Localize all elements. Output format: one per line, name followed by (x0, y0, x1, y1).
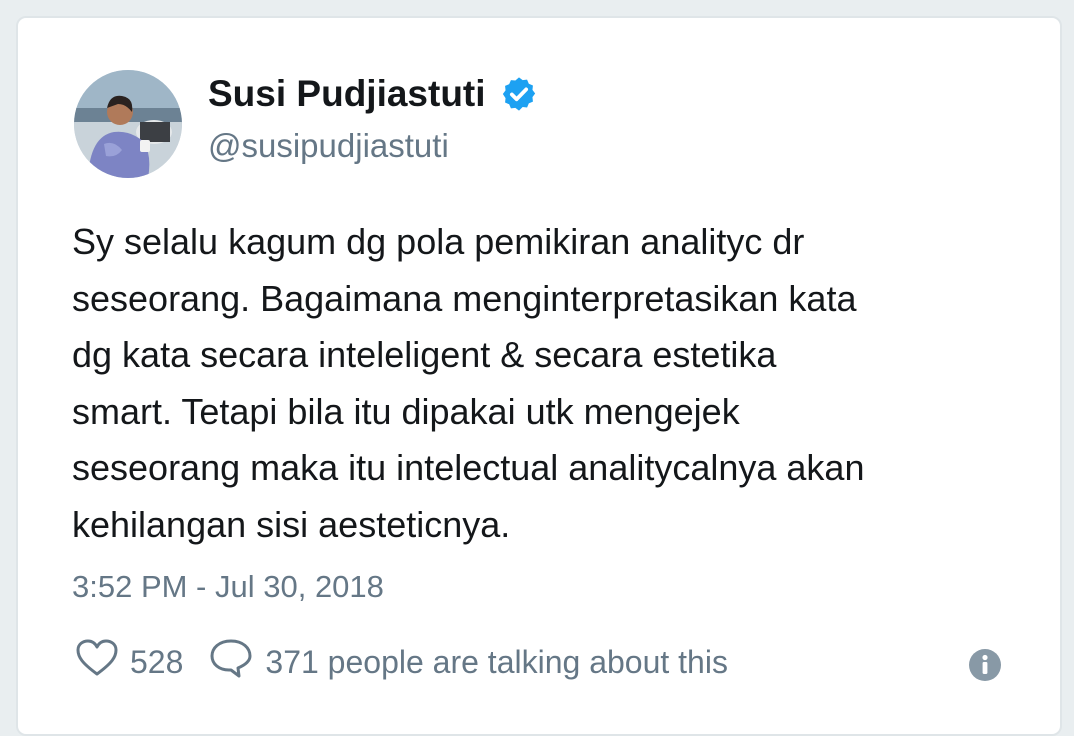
conversation-link[interactable]: 371 people are talking about this (265, 644, 728, 681)
tweet-timestamp[interactable]: 3:52 PM - Jul 30, 2018 (72, 566, 384, 608)
tweet-actions: 528 371 people are talking about this (76, 638, 728, 686)
speech-bubble-icon[interactable] (209, 638, 253, 686)
verified-badge-icon (500, 75, 538, 113)
heart-icon[interactable] (76, 639, 118, 685)
author-avatar[interactable] (74, 70, 182, 178)
tweet-card[interactable]: Susi Pudjiastuti @susipudjiastuti Sy sel… (16, 16, 1062, 736)
info-icon[interactable] (968, 648, 1002, 682)
tweet-text: Sy selalu kagum dg pola pemikiran analit… (72, 221, 865, 545)
author-handle[interactable]: @susipudjiastuti (208, 124, 449, 168)
like-count[interactable]: 528 (130, 644, 183, 681)
author-name[interactable]: Susi Pudjiastuti (208, 70, 538, 118)
author-name-text[interactable]: Susi Pudjiastuti (208, 70, 486, 118)
